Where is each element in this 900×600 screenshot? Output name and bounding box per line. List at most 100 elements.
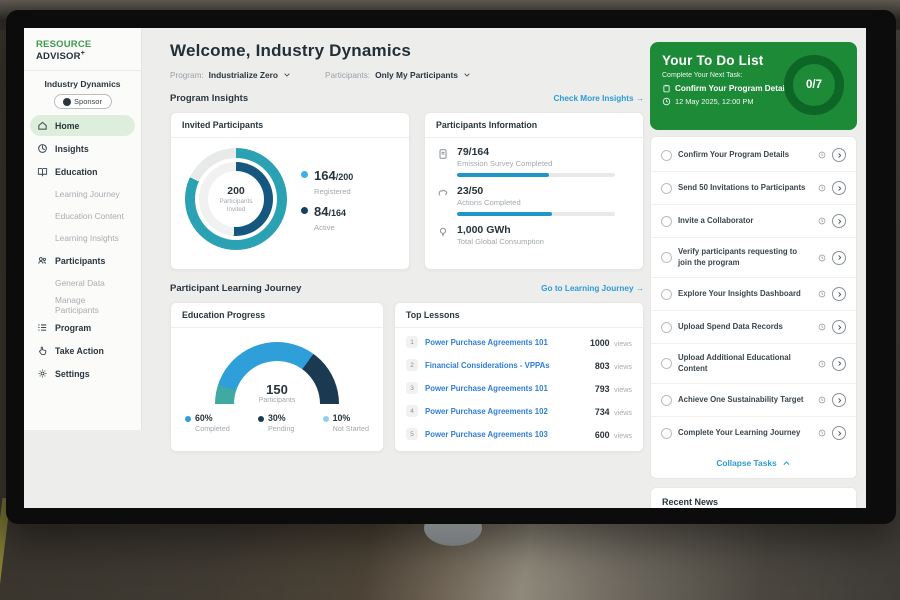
sidebar-item-general-data[interactable]: General Data — [30, 273, 135, 293]
task-checkbox[interactable] — [661, 289, 672, 300]
task-row-complete-learning-journey[interactable]: Complete Your Learning Journey — [651, 417, 856, 449]
sidebar-item-learning-journey[interactable]: Learning Journey — [30, 184, 135, 204]
program-dropdown[interactable]: Program: Industrialize Zero — [170, 70, 291, 80]
task-open-button[interactable] — [832, 251, 846, 265]
sidebar-item-education[interactable]: Education — [30, 161, 135, 182]
lesson-link[interactable]: Power Purchase Agreements 101 — [425, 338, 583, 347]
task-open-button[interactable] — [832, 357, 846, 371]
donut-legend: 164/200 Registered 84/164 Active — [301, 160, 353, 239]
lesson-views-suffix: views — [614, 385, 632, 394]
sidebar-item-label: Learning Journey — [55, 189, 120, 199]
sidebar-item-learning-insights[interactable]: Learning Insights — [30, 228, 135, 248]
top-lessons-card: Top Lessons 1 Power Purchase Agreements … — [394, 302, 644, 452]
program-value: Industrialize Zero — [209, 70, 278, 80]
task-checkbox[interactable] — [661, 322, 672, 333]
filter-bar: Program: Industrialize Zero Participants… — [170, 70, 644, 80]
survey-icon — [437, 148, 449, 160]
task-checkbox[interactable] — [661, 183, 672, 194]
task-open-button[interactable] — [832, 426, 846, 440]
home-icon — [37, 120, 48, 131]
legend-dot-pending — [258, 416, 264, 422]
task-checkbox[interactable] — [661, 252, 672, 263]
lesson-link[interactable]: Power Purchase Agreements 102 — [425, 407, 588, 416]
donut-center-value: 200 — [227, 185, 245, 197]
sidebar-item-label: Education Content — [55, 211, 124, 221]
sidebar-item-manage-participants[interactable]: Manage Participants — [30, 295, 135, 315]
recent-news-card: Recent News — [650, 487, 857, 508]
task-open-button[interactable] — [832, 148, 846, 162]
task-open-button[interactable] — [832, 287, 846, 301]
participants-dropdown[interactable]: Participants: Only My Participants — [325, 70, 471, 80]
bulb-icon — [437, 226, 449, 238]
task-checkbox[interactable] — [661, 428, 672, 439]
task-row-send-invitations[interactable]: Send 50 Invitations to Participants — [651, 172, 856, 205]
sidebar-item-program[interactable]: Program — [30, 317, 135, 338]
task-row-upload-educational-content[interactable]: Upload Additional Educational Content — [651, 344, 856, 384]
info-value: 23/50 — [457, 185, 615, 197]
sidebar-item-settings[interactable]: Settings — [30, 363, 135, 384]
invited-participants-card: Invited Participants 200 Participants In… — [170, 112, 410, 270]
clock-icon — [818, 217, 826, 225]
lesson-row: 5 Power Purchase Agreements 103 600 view… — [395, 420, 643, 443]
task-label: Send 50 Invitations to Participants — [678, 183, 812, 194]
sidebar-item-take-action[interactable]: Take Action — [30, 340, 135, 361]
main-content: Welcome, Industry Dynamics Program: Indu… — [142, 28, 644, 508]
chevron-right-icon — [836, 430, 843, 437]
sidebar-item-education-content[interactable]: Education Content — [30, 206, 135, 226]
task-open-button[interactable] — [832, 393, 846, 407]
chevron-right-icon — [836, 397, 843, 404]
task-checkbox[interactable] — [661, 395, 672, 406]
lesson-link[interactable]: Power Purchase Agreements 103 — [425, 430, 588, 439]
todo-progress-ring: 0/7 — [784, 55, 844, 115]
participants-icon — [37, 255, 48, 266]
gauge-legend: 60%Completed 30%Pending 10%Not Started — [171, 404, 383, 433]
legend-caption: Completed — [195, 424, 230, 433]
task-checkbox[interactable] — [661, 358, 672, 369]
go-to-learning-journey-link[interactable]: Go to Learning Journey → — [541, 284, 644, 293]
task-label: Explore Your Insights Dashboard — [678, 289, 812, 300]
arrow-right-icon: → — [636, 94, 644, 103]
task-checkbox[interactable] — [661, 216, 672, 227]
clock-icon — [818, 396, 826, 404]
task-row-upload-spend-data[interactable]: Upload Spend Data Records — [651, 311, 856, 344]
legend-pct: 30% — [268, 414, 294, 424]
lesson-rank: 2 — [406, 359, 418, 371]
chevron-right-icon — [836, 218, 843, 225]
lesson-views-suffix: views — [614, 408, 632, 417]
gauge-center-label: Participants — [215, 397, 339, 404]
task-open-button[interactable] — [832, 320, 846, 334]
task-checkbox[interactable] — [661, 150, 672, 161]
check-more-insights-link[interactable]: Check More Insights → — [553, 94, 644, 103]
sidebar-item-insights[interactable]: Insights — [30, 138, 135, 159]
task-row-confirm-program[interactable]: Confirm Your Program Details — [651, 139, 856, 172]
legend-caption: Registered — [314, 187, 353, 196]
info-value: 79/164 — [457, 146, 615, 158]
task-row-achieve-sustainability-target[interactable]: Achieve One Sustainability Target — [651, 384, 856, 417]
clock-icon — [662, 97, 671, 106]
lesson-link[interactable]: Power Purchase Agreements 101 — [425, 384, 588, 393]
task-row-explore-insights[interactable]: Explore Your Insights Dashboard — [651, 278, 856, 311]
lesson-link[interactable]: Financial Considerations - VPPAs — [425, 361, 588, 370]
lesson-views: 600 — [595, 430, 610, 440]
collapse-tasks-link[interactable]: Collapse Tasks — [651, 449, 856, 476]
chevron-right-icon — [836, 360, 843, 367]
gauge-center: 150 Participants — [215, 383, 339, 404]
clock-icon — [818, 290, 826, 298]
sidebar-item-participants[interactable]: Participants — [30, 250, 135, 271]
org-name: Industry Dynamics — [24, 79, 141, 89]
sidebar-item-home[interactable]: Home — [30, 115, 135, 136]
chevron-right-icon — [836, 254, 843, 261]
recent-news-title: Recent News — [651, 488, 856, 508]
task-open-button[interactable] — [832, 214, 846, 228]
task-row-verify-participants[interactable]: Verify participants requesting to join t… — [651, 238, 856, 278]
lesson-row: 3 Power Purchase Agreements 101 793 view… — [395, 374, 643, 397]
legend-item-active: 84/164 Active — [301, 203, 353, 232]
task-open-button[interactable] — [832, 181, 846, 195]
legend-item-not-started: 10%Not Started — [323, 414, 369, 433]
card-title: Invited Participants — [171, 113, 409, 138]
sidebar-item-label: Take Action — [55, 346, 104, 356]
sponsor-badge: Sponsor — [54, 94, 112, 109]
task-row-invite-collaborator[interactable]: Invite a Collaborator — [651, 205, 856, 238]
chevron-right-icon — [836, 324, 843, 331]
invited-participants-body: 200 Participants Invited 164/200 Registe — [171, 138, 409, 250]
